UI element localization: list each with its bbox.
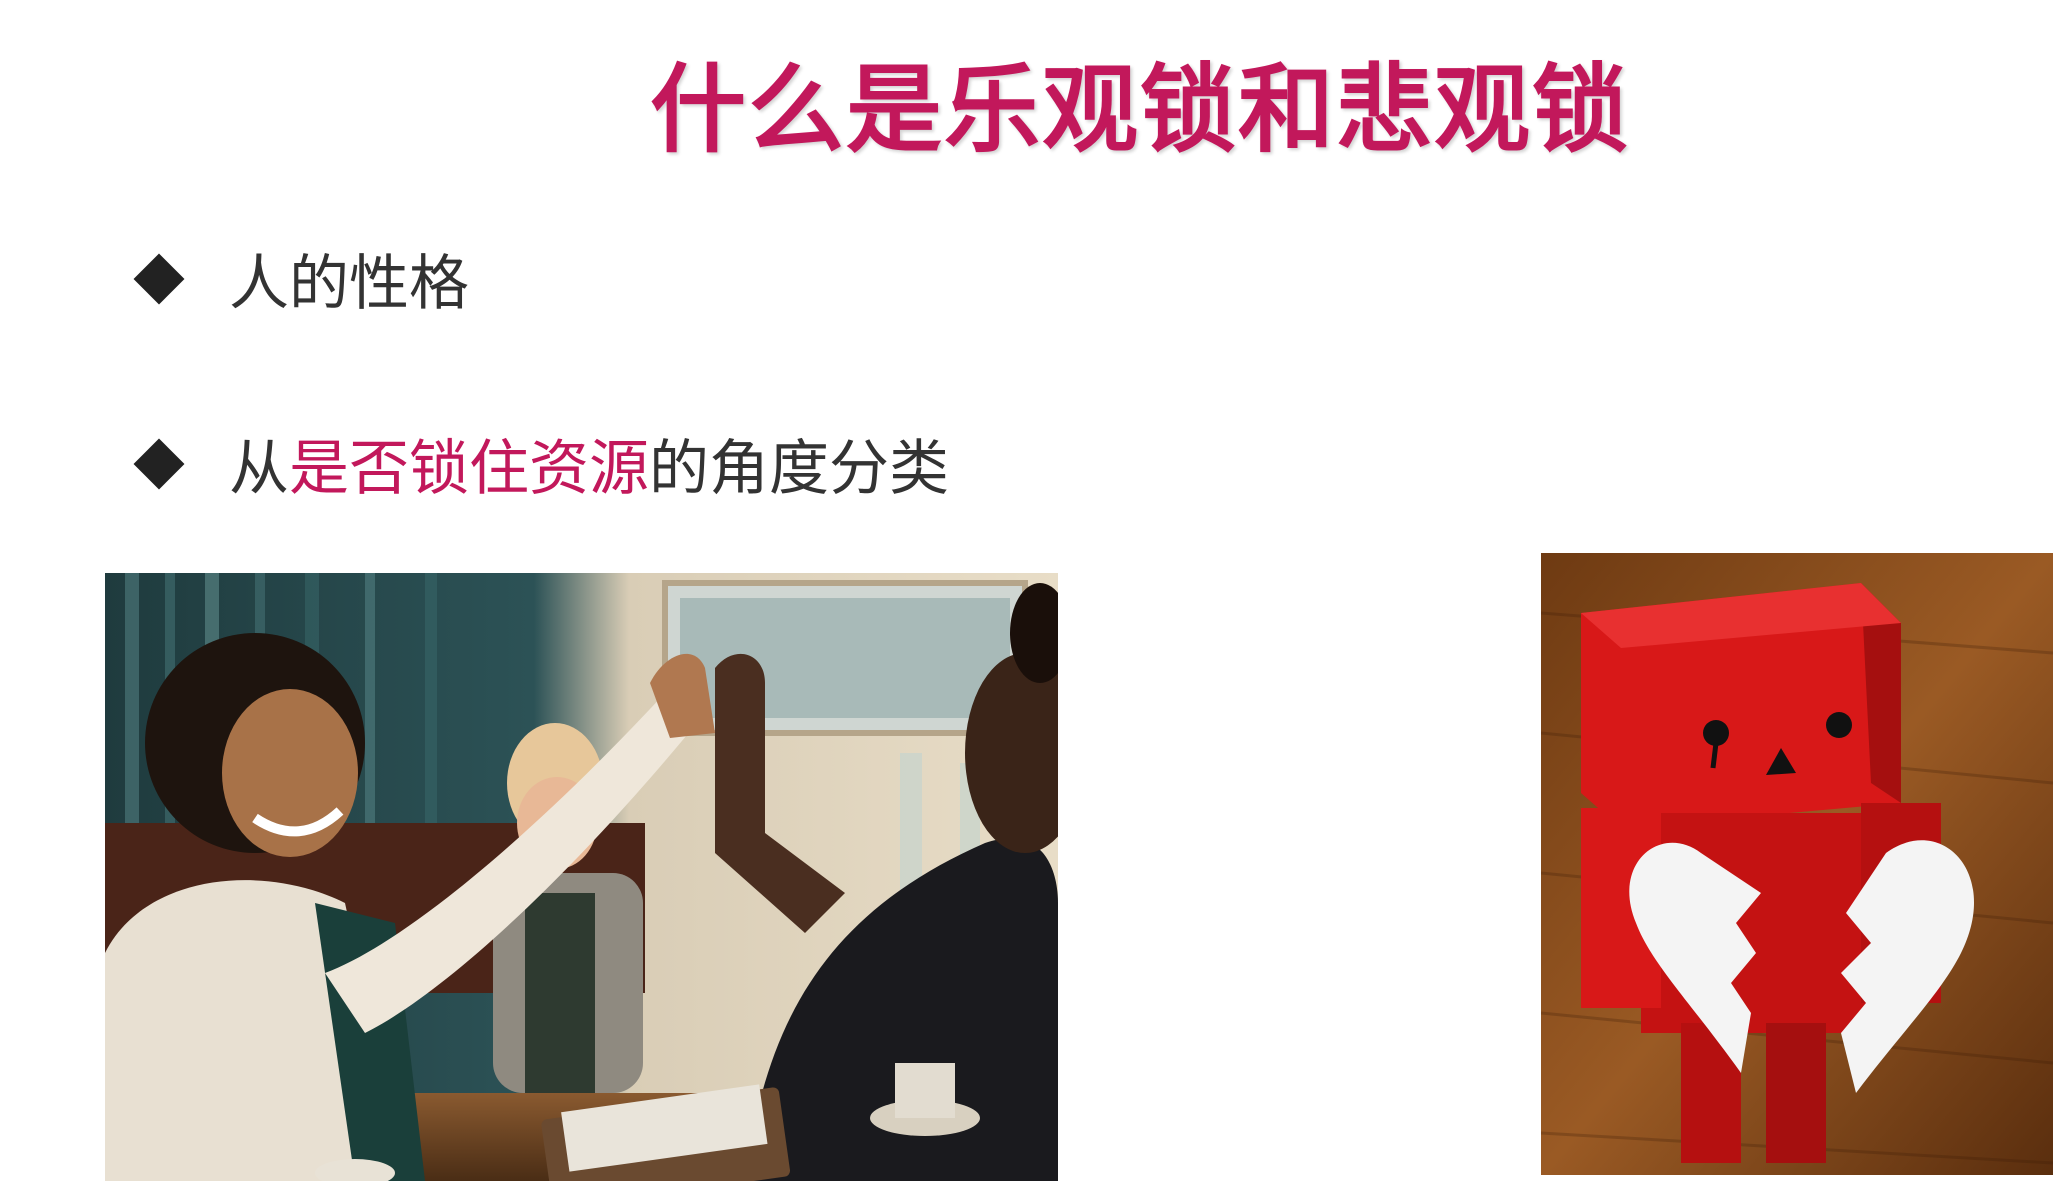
- bullet-text: 人的性格: [229, 249, 469, 319]
- bullet-suffix: 的角度分类: [649, 434, 949, 504]
- diamond-icon: [133, 438, 185, 489]
- slide-title: 什么是乐观锁和悲观锁: [650, 54, 1630, 166]
- bullet-personality: 人的性格: [133, 235, 469, 322]
- bullet-classification: 从是否锁住资源的角度分类: [133, 420, 949, 507]
- bullet-prefix: 从: [229, 434, 289, 504]
- bullet-text: 从是否锁住资源的角度分类: [229, 420, 949, 507]
- bullet-highlight: 是否锁住资源: [289, 434, 649, 504]
- sad-robot-illustration: [1541, 553, 2053, 1175]
- high-five-photo: [105, 573, 1058, 1181]
- high-five-illustration: [105, 573, 1058, 1181]
- slide: 什么是乐观锁和悲观锁 人的性格 从是否锁住资源的角度分类: [0, 0, 2071, 1181]
- diamond-icon: [133, 253, 185, 304]
- sad-robot-photo: [1541, 553, 2053, 1175]
